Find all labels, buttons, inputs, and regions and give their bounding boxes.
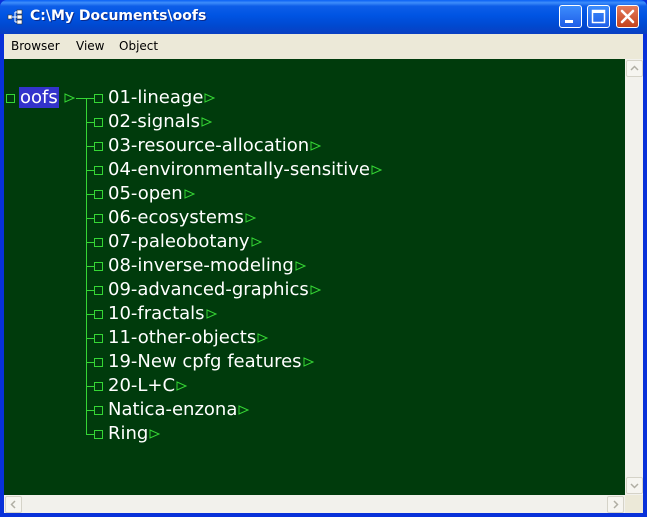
expand-arrow-icon[interactable] (176, 381, 188, 391)
tree-node-label: 04-environmentally-sensitive (108, 159, 370, 180)
scroll-up-icon (630, 65, 639, 71)
tree-view-icon (7, 9, 23, 25)
node-box-icon (94, 334, 103, 343)
node-box-icon (94, 214, 103, 223)
node-box-icon (94, 94, 103, 103)
tree-node-label: 03-resource-allocation (108, 135, 310, 156)
expand-arrow-icon[interactable] (64, 93, 76, 103)
expand-arrow-icon[interactable] (204, 93, 216, 103)
menu-object[interactable]: Object (119, 39, 158, 53)
expand-arrow-icon[interactable] (310, 285, 322, 295)
node-box-icon (94, 406, 103, 415)
node-box-icon (94, 238, 103, 247)
menu-view[interactable]: View (76, 39, 104, 53)
expand-arrow-icon[interactable] (201, 117, 213, 127)
root-label: oofs (19, 87, 59, 108)
expand-arrow-icon[interactable] (371, 165, 383, 175)
node-box-icon (94, 190, 103, 199)
scroll-down-button[interactable] (626, 477, 643, 494)
scroll-right-icon (613, 500, 619, 509)
scroll-down-icon (630, 483, 639, 489)
tree-node-label: 07-paleobotany (108, 231, 250, 252)
expand-arrow-icon[interactable] (238, 405, 250, 415)
expand-arrow-icon[interactable] (206, 309, 218, 319)
client-area: oofs 01-lineage 02-signals 03-resource-all… (4, 59, 643, 513)
horizontal-scrollbar[interactable] (4, 495, 625, 513)
expand-arrow-icon[interactable] (149, 429, 161, 439)
tree-node-label: 06-ecosystems (108, 207, 244, 228)
expand-arrow-icon[interactable] (295, 261, 307, 271)
tree-node-label: 01-lineage (108, 87, 204, 108)
menu-browser[interactable]: Browser (11, 39, 60, 53)
expand-arrow-icon[interactable] (245, 213, 257, 223)
node-box-icon (94, 310, 103, 319)
tree-canvas[interactable]: oofs 01-lineage 02-signals 03-resource-all… (4, 59, 625, 495)
tree-node-label: 19-New cpfg features (108, 351, 302, 372)
tree-node-label: 11-other-objects (108, 327, 257, 348)
minimize-button[interactable] (559, 5, 582, 28)
tree-node-label: 09-advanced-graphics (108, 279, 309, 300)
tree-node-label: 20-L+C (108, 375, 176, 396)
tree-node-label: Ring (108, 423, 149, 444)
node-box-icon (94, 262, 103, 271)
expand-arrow-icon[interactable] (184, 189, 196, 199)
close-button[interactable] (616, 5, 639, 28)
scroll-left-icon (10, 500, 16, 509)
window-title: C:\My Documents\oofs (30, 8, 207, 24)
maximize-icon (591, 9, 606, 24)
minimize-icon (565, 20, 573, 23)
node-box-icon (94, 166, 103, 175)
tree-node-label: 02-signals (108, 111, 201, 132)
node-box-icon (94, 382, 103, 391)
tree-node-label: 10-fractals (108, 303, 205, 324)
node-box-icon (94, 430, 103, 439)
node-box-icon (94, 358, 103, 367)
node-box-icon (94, 118, 103, 127)
tree-node-label: 05-open (108, 183, 183, 204)
maximize-button[interactable] (587, 5, 610, 28)
scroll-up-button[interactable] (626, 60, 643, 77)
expand-arrow-icon[interactable] (257, 333, 269, 343)
title-bar[interactable]: C:\My Documents\oofs (0, 0, 647, 34)
node-box-icon (6, 94, 15, 103)
expand-arrow-icon[interactable] (251, 237, 263, 247)
menu-bar: Browser View Object (4, 34, 643, 59)
tree-node-label: 08-inverse-modeling (108, 255, 294, 276)
vertical-scrollbar[interactable] (625, 59, 643, 495)
node-box-icon (94, 142, 103, 151)
scroll-right-button[interactable] (607, 496, 624, 513)
expand-arrow-icon[interactable] (303, 357, 315, 367)
expand-arrow-icon[interactable] (310, 141, 322, 151)
close-icon (620, 9, 635, 24)
scrollbar-corner (625, 495, 643, 513)
scroll-left-button[interactable] (5, 496, 22, 513)
node-box-icon (94, 286, 103, 295)
app-window: C:\My Documents\oofs Browser View Object… (0, 0, 647, 517)
tree-node-label: Natica-enzona (108, 399, 238, 420)
